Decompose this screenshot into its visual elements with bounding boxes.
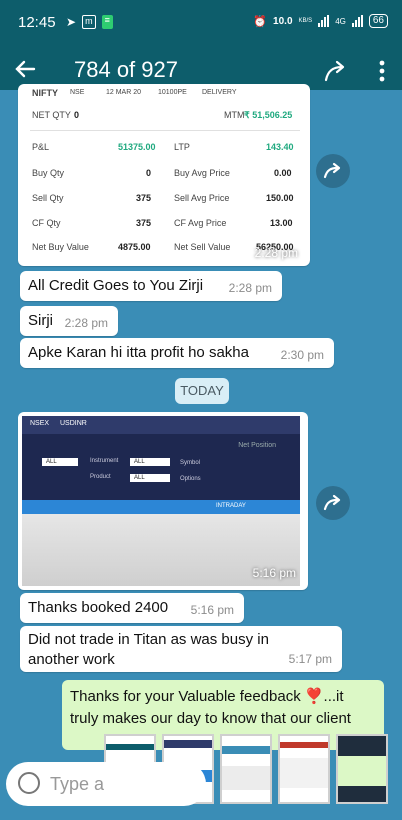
screenshot-label: Symbol [180,460,201,466]
sell-avg-value: 150.00 [266,193,294,203]
incoming-message[interactable]: Did not trade in Titan as was busy in an… [20,626,342,672]
chat-area: NIFTY NSE 12 MAR 20 10100PE DELIVERY NET… [0,84,402,820]
incoming-message[interactable]: Apke Karan hi itta profit ho sakha 2:30 … [20,338,334,368]
signal-icon [318,15,330,27]
broker-screenshot: NSEX USDINR Net Position ALL Instrument … [22,416,300,586]
cf-qty-value: 375 [136,218,152,228]
signal-icon-2 [351,15,363,27]
message-time: 2:28 pm [228,281,272,295]
status-bar: 12:45 ➤ m ≡ ⏰ 10.0 KB/S 4G 66 [0,0,402,50]
net-qty-value: 0 [74,110,80,120]
net-sell-label: Net Sell Value [174,242,231,252]
more-options-icon[interactable] [372,56,392,86]
cf-avg-value: 13.00 [270,218,293,228]
ltp-value: 143.40 [266,142,294,152]
screenshot-title: Net Position [238,442,276,449]
net-qty-label: NET QTY [32,110,71,120]
cf-avg-label: CF Avg Price [174,218,227,228]
strike: 10100PE [158,89,187,96]
pl-label: P&L [32,142,50,152]
telegram-icon: ➤ [66,15,77,29]
date-chip: TODAY [175,378,229,404]
image-message[interactable]: NSEX USDINR Net Position ALL Instrument … [18,412,308,590]
sell-qty-label: Sell Qty [32,193,64,203]
screenshot-tabs: NSEX USDINR [22,416,300,434]
expiry: 12 MAR 20 [106,89,142,96]
message-text: Sirji [28,312,53,329]
app-icon: ≡ [101,15,113,29]
screenshot-label: Instrument [90,458,119,464]
screenshot-row-text: INTRADAY [216,503,246,509]
emoji-icon[interactable] [18,772,40,794]
incoming-message[interactable]: Thanks booked 2400 5:16 pm [20,593,244,623]
screenshot-label: Product [90,474,111,480]
buy-qty-value: 0 [146,168,152,178]
cf-qty-label: CF Qty [32,218,61,228]
buy-avg-value: 0.00 [274,168,292,178]
trade-screenshot-message[interactable]: NIFTY NSE 12 MAR 20 10100PE DELIVERY NET… [18,84,310,266]
screenshot-dropdown: ALL [130,458,170,466]
message-time: 2:28 pm [64,316,108,330]
message-time: 5:17 pm [288,652,332,666]
buy-qty-label: Buy Qty [32,168,65,178]
sell-avg-label: Sell Avg Price [174,193,230,203]
message-time: 2:28 pm [254,246,298,260]
message-input-bar[interactable]: Type a [6,762,206,806]
incoming-message[interactable]: Sirji 2:28 pm [20,306,118,336]
share-arrow-icon [323,162,341,179]
divider [30,130,300,131]
status-right: ⏰ 10.0 KB/S 4G 66 [253,14,388,28]
message-text: Apke Karan hi itta profit ho sakha [28,344,249,361]
message-icon: m [82,15,96,29]
share-button[interactable] [316,486,350,520]
ltp-label: LTP [174,142,190,152]
product-type: DELIVERY [202,89,237,96]
screenshot-tab: USDINR [60,420,87,427]
notification-icons: ➤ m ≡ [66,15,113,29]
screenshot-tab: NSEX [30,420,50,427]
mtm-label: MTM [224,110,245,120]
message-text: Thanks booked 2400 [28,599,169,616]
status-time: 12:45 [18,14,56,31]
media-thumbnail[interactable] [220,734,272,804]
net-buy-label: Net Buy Value [32,242,89,252]
mtm-value: ₹ 51,506.25 [244,110,293,120]
pl-value: 51375.00 [118,142,156,152]
screenshot-dropdown: ALL [130,474,170,482]
symbol: NIFTY [32,88,58,98]
message-text: Did not trade in Titan as was busy in an… [28,631,269,668]
alarm-icon: ⏰ [253,15,268,28]
buy-avg-label: Buy Avg Price [174,168,230,178]
page-title: 784 of 927 [74,57,178,82]
media-thumbnail[interactable] [336,734,388,804]
screenshot-dropdown: ALL [42,458,78,466]
message-time: 5:16 pm [252,566,296,580]
share-arrow-icon [323,494,341,511]
network-type: 4G [335,16,346,26]
forward-icon[interactable] [320,56,350,86]
share-button[interactable] [316,154,350,188]
net-speed: 10.0 [273,15,293,27]
message-text: All Credit Goes to You Zirji [28,277,204,294]
screenshot-row: INTRADAY [22,500,300,514]
message-text: Thanks for your Valuable feedback ❣️...i… [70,688,351,727]
trade-card: NIFTY NSE 12 MAR 20 10100PE DELIVERY NET… [22,88,306,260]
message-time: 5:16 pm [190,603,234,617]
message-time: 2:30 pm [280,348,324,362]
back-arrow-icon[interactable] [10,54,40,84]
battery-icon: 66 [368,14,388,28]
net-speed-unit: KB/S [298,18,313,24]
screenshot-label: Options [180,476,201,482]
media-thumbnail[interactable] [278,734,330,804]
net-buy-value: 4875.00 [118,242,151,252]
message-input[interactable]: Type a [50,774,104,795]
sell-qty-value: 375 [136,193,152,203]
incoming-message[interactable]: All Credit Goes to You Zirji 2:28 pm [20,271,282,301]
exchange: NSE [70,89,85,96]
